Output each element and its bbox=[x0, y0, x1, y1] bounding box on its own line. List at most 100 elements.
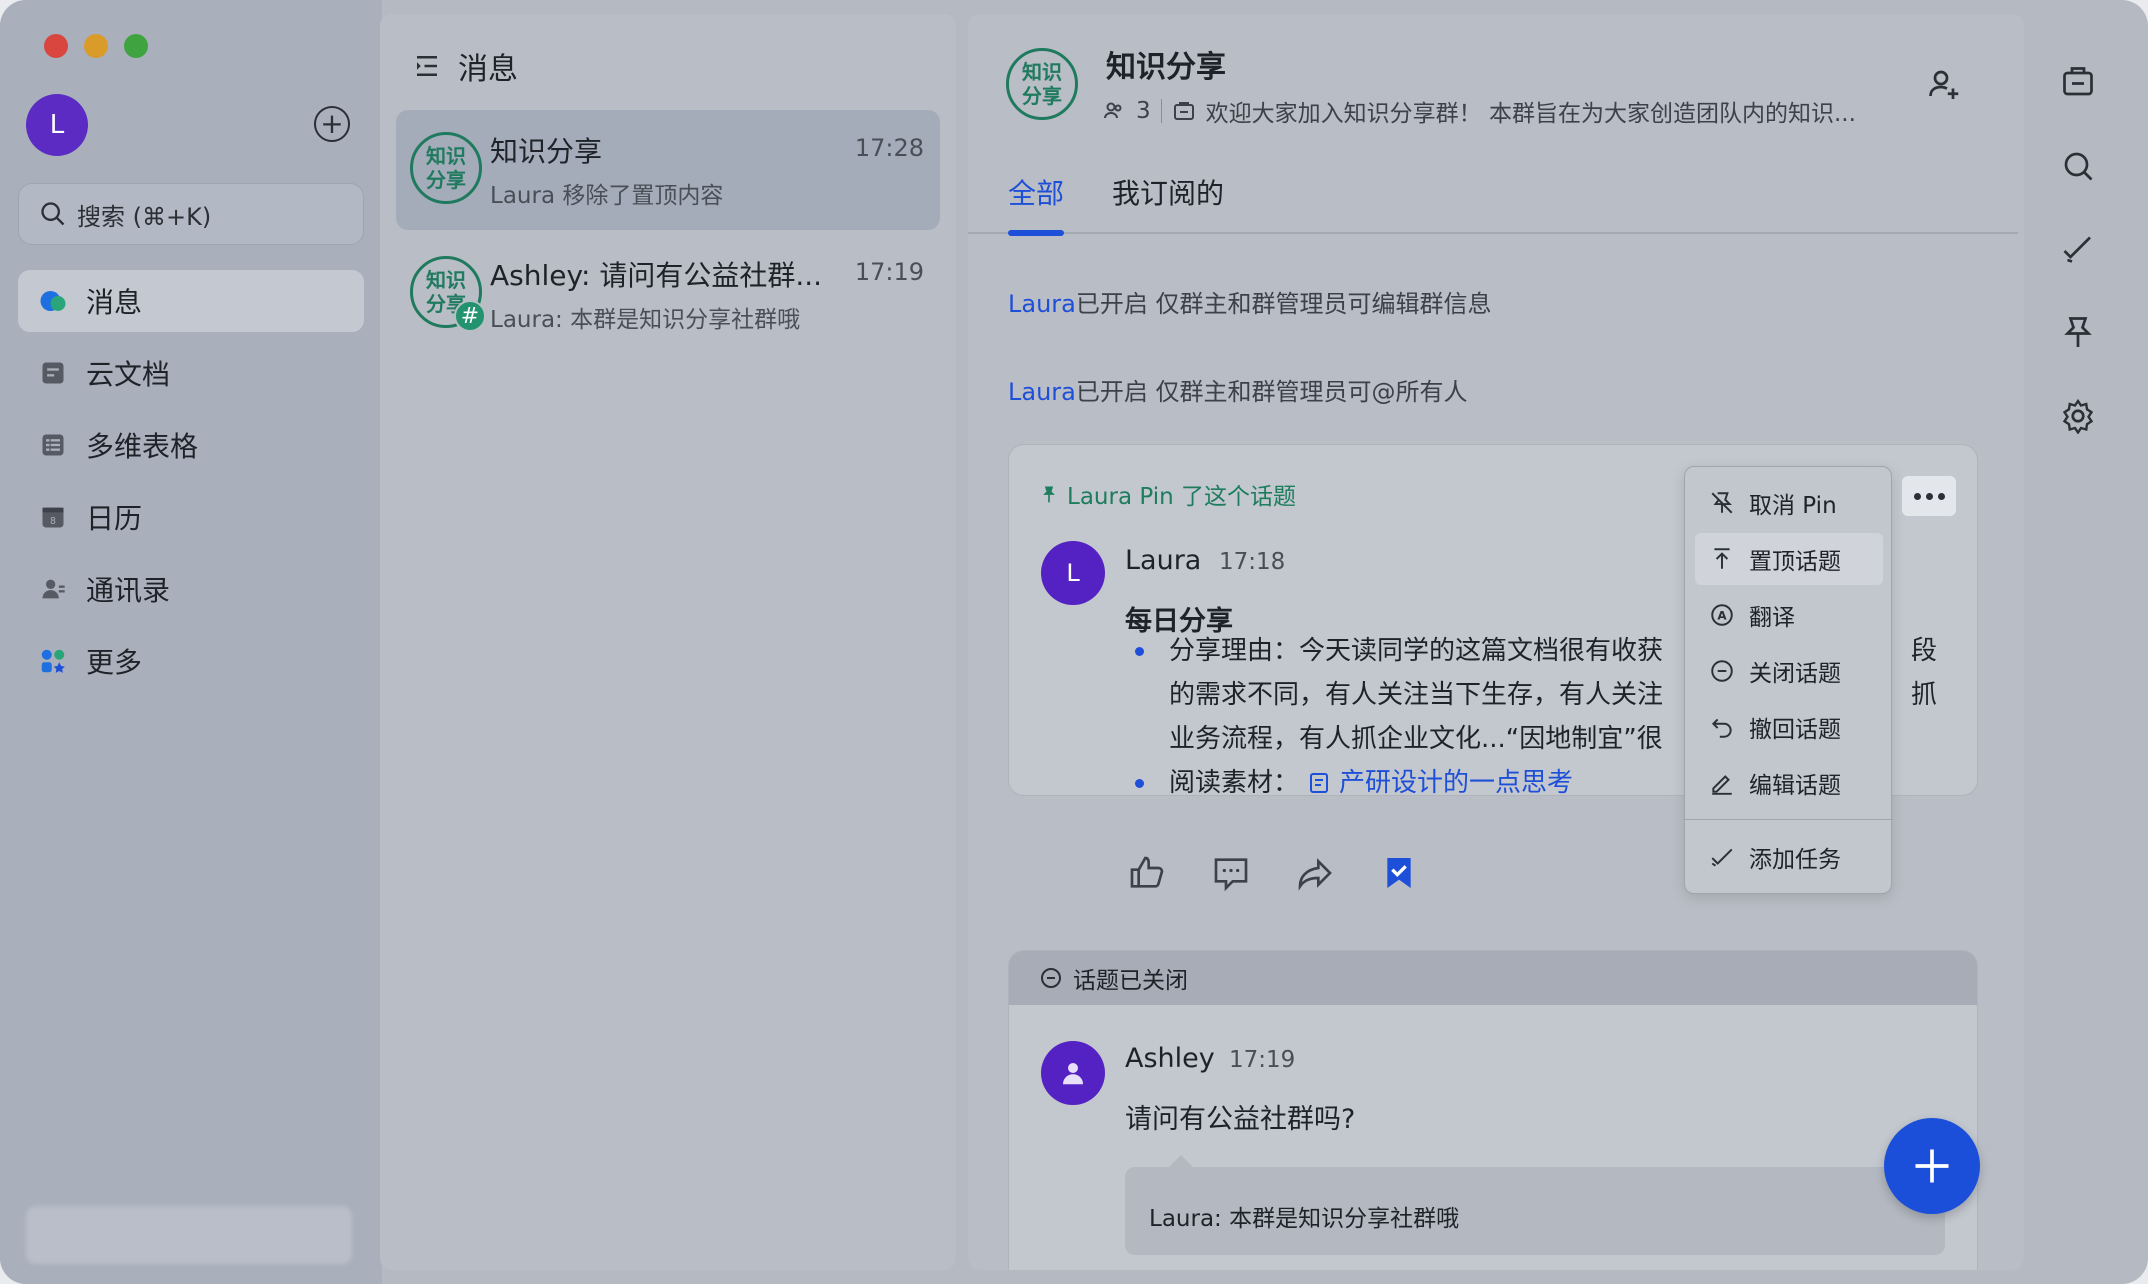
sidebar-item-docs[interactable]: 云文档 bbox=[18, 342, 364, 404]
sidebar-item-calendar[interactable]: 8 日历 bbox=[18, 486, 364, 548]
sidebar-item-label: 多维表格 bbox=[86, 430, 199, 463]
topic-context-menu: 取消 Pin 置顶话题 A 翻译 关闭话题 撤回话题 编辑话题 添加任务 bbox=[1684, 466, 1893, 894]
sidebar-item-label: 日历 bbox=[86, 502, 143, 535]
menu-item-add-task[interactable]: 添加任务 bbox=[1695, 831, 1883, 883]
close-window-button[interactable] bbox=[44, 34, 68, 58]
docs-icon bbox=[38, 358, 68, 388]
sidebar-item-label: 云文档 bbox=[86, 358, 171, 391]
document-icon bbox=[1310, 773, 1329, 793]
announcement-board-icon[interactable] bbox=[2058, 62, 2098, 102]
svg-text:A: A bbox=[1717, 608, 1727, 622]
divider bbox=[1160, 99, 1162, 123]
add-member-icon[interactable] bbox=[1926, 66, 1962, 106]
chat-subtitle: 3 欢迎大家加入知识分享群！ 本群旨在为大家创造团队内的知识... bbox=[1102, 94, 1856, 128]
person-icon bbox=[1063, 1063, 1083, 1085]
menu-item-recall[interactable]: 撤回话题 bbox=[1695, 701, 1883, 753]
chat-description[interactable]: 欢迎大家加入知识分享群！ 本群旨在为大家创造团队内的知识... bbox=[1206, 94, 1856, 128]
calendar-icon: 8 bbox=[38, 502, 68, 532]
menu-item-close-topic[interactable]: 关闭话题 bbox=[1695, 645, 1883, 697]
more-apps-icon bbox=[38, 646, 68, 676]
overflow-text: 抓 bbox=[1911, 680, 1938, 710]
tab-all[interactable]: 全部 bbox=[1008, 172, 1064, 212]
group-avatar[interactable]: 知识分享 bbox=[1006, 48, 1078, 120]
chat-preview: Laura: 本群是知识分享社群哦 bbox=[490, 307, 801, 333]
search-placeholder: 搜索 (⌘+K) bbox=[77, 202, 212, 231]
more-options-button[interactable] bbox=[1902, 476, 1956, 516]
dot bbox=[1913, 492, 1921, 500]
sidebar-item-more[interactable]: 更多 bbox=[18, 630, 364, 692]
menu-item-edit[interactable]: 编辑话题 bbox=[1695, 757, 1883, 809]
message-text: 请问有公益社群吗? bbox=[1125, 1104, 1356, 1135]
close-topic-icon bbox=[1711, 660, 1733, 682]
avatar[interactable]: L bbox=[1041, 541, 1105, 605]
thumbs-up-icon[interactable] bbox=[1127, 853, 1167, 893]
menu-item-pin-top[interactable]: 置顶话题 bbox=[1695, 533, 1883, 585]
sidebar-item-label: 通讯录 bbox=[86, 574, 171, 607]
chat-list-panel: 消息 知识分享 知识分享 17:28 Laura 移除了置顶内容 知识分享 # … bbox=[380, 14, 956, 1270]
member-count: 3 bbox=[1136, 98, 1151, 124]
active-tab-indicator bbox=[1008, 230, 1064, 236]
menu-item-unpin[interactable]: 取消 Pin bbox=[1695, 477, 1883, 529]
announcement-icon bbox=[1173, 102, 1194, 120]
user-avatar[interactable]: L bbox=[26, 94, 88, 156]
pin-icon[interactable] bbox=[2058, 312, 2098, 352]
chat-list-item[interactable]: 知识分享 知识分享 17:28 Laura 移除了置顶内容 bbox=[396, 110, 940, 230]
pin-icon bbox=[1043, 486, 1055, 503]
translate-icon: A bbox=[1711, 604, 1733, 626]
search-input[interactable]: 搜索 (⌘+K) bbox=[18, 183, 364, 245]
closed-topic-card: 话题已关闭 Ashley 17:19 请问有公益社群吗? Laura: 本群是知… bbox=[1008, 950, 1978, 1270]
add-icon[interactable]: + bbox=[314, 106, 350, 142]
message-time: 17:18 bbox=[1219, 549, 1286, 575]
task-icon[interactable] bbox=[2058, 228, 2098, 268]
unpin-icon bbox=[1711, 492, 1733, 514]
message-author[interactable]: Laura bbox=[1125, 545, 1201, 576]
app-window: L + 搜索 (⌘+K) 消息 云文档 多维表格 8 日历 通讯录 更多 消息 … bbox=[0, 0, 2148, 1284]
dot bbox=[1925, 492, 1933, 500]
members-icon[interactable] bbox=[1102, 99, 1126, 123]
edit-icon bbox=[1712, 775, 1732, 795]
share-icon[interactable] bbox=[1295, 853, 1335, 893]
plus-icon bbox=[1915, 1149, 1949, 1183]
system-message: Laura已开启 仅群主和群管理员可编辑群信息 bbox=[1008, 290, 1492, 318]
maximize-window-button[interactable] bbox=[124, 34, 148, 58]
chat-time: 17:19 bbox=[854, 258, 924, 286]
table-icon bbox=[38, 430, 68, 460]
task-icon bbox=[1711, 848, 1733, 867]
message-icon bbox=[38, 286, 68, 316]
sidebar-item-table[interactable]: 多维表格 bbox=[18, 414, 364, 476]
sidebar: L + 搜索 (⌘+K) 消息 云文档 多维表格 8 日历 通讯录 更多 bbox=[0, 0, 382, 1284]
chat-list-title: 消息 bbox=[458, 52, 518, 87]
new-topic-button[interactable] bbox=[1884, 1118, 1980, 1214]
chat-name: Ashley: 请问有公益社群... bbox=[490, 259, 823, 292]
chat-time: 17:28 bbox=[854, 134, 924, 162]
menu-item-translate[interactable]: A 翻译 bbox=[1695, 589, 1883, 641]
overflow-text: 段 bbox=[1911, 636, 1938, 666]
menu-divider bbox=[1685, 819, 1893, 820]
reply-preview[interactable]: Laura: 本群是知识分享社群哦 bbox=[1125, 1167, 1945, 1255]
bullet-dot bbox=[1135, 779, 1144, 788]
minimize-window-button[interactable] bbox=[84, 34, 108, 58]
sidebar-item-label: 消息 bbox=[86, 286, 143, 319]
blurred-footer bbox=[26, 1206, 352, 1264]
gear-icon[interactable] bbox=[2058, 396, 2098, 436]
sidebar-item-contacts[interactable]: 通讯录 bbox=[18, 558, 364, 620]
chat-list-header: 消息 bbox=[412, 44, 518, 88]
contacts-icon bbox=[38, 574, 68, 604]
comment-icon[interactable] bbox=[1211, 853, 1251, 893]
message-author[interactable]: Ashley bbox=[1125, 1043, 1215, 1074]
collapse-list-icon[interactable] bbox=[412, 51, 442, 81]
sidebar-item-label: 更多 bbox=[86, 646, 143, 679]
reply-pointer bbox=[1169, 1155, 1193, 1167]
topic-closed-banner: 话题已关闭 bbox=[1009, 951, 1977, 1005]
search-icon[interactable] bbox=[2058, 146, 2098, 186]
message-time: 17:19 bbox=[1229, 1047, 1296, 1073]
recall-icon bbox=[1711, 718, 1732, 738]
tab-subscribed[interactable]: 我订阅的 bbox=[1112, 172, 1224, 212]
chat-list-item[interactable]: 知识分享 # Ashley: 请问有公益社群... 17:19 Laura: 本… bbox=[396, 234, 940, 354]
document-link[interactable]: 产研设计的一点思考 bbox=[1339, 761, 1573, 805]
sidebar-item-messages[interactable]: 消息 bbox=[18, 270, 364, 332]
system-message: Laura已开启 仅群主和群管理员可@所有人 bbox=[1008, 378, 1468, 406]
bullet-dot bbox=[1135, 647, 1144, 656]
avatar[interactable] bbox=[1041, 1041, 1105, 1105]
bookmark-icon[interactable] bbox=[1379, 853, 1419, 893]
